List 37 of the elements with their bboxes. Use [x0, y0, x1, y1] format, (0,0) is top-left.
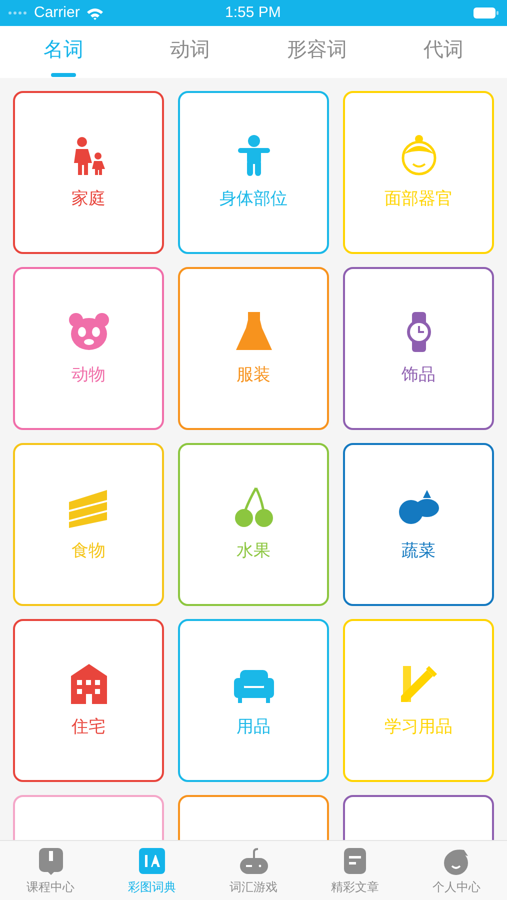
category-card[interactable]: 服装	[178, 267, 329, 430]
category-tab[interactable]: 动词	[126, 26, 254, 78]
category-label: 食物	[72, 540, 106, 562]
category-label: 服装	[236, 364, 270, 386]
category-label: 用品	[236, 716, 270, 738]
category-card[interactable]: 饰品	[343, 267, 494, 430]
category-label: 家庭	[72, 188, 106, 210]
carrier-name: Carrier	[34, 2, 80, 23]
category-tab[interactable]: 代词	[380, 26, 507, 78]
wifi-icon	[86, 6, 104, 20]
category-label: 学习用品	[384, 716, 452, 738]
category-card[interactable]: 动物	[13, 267, 164, 430]
category-card[interactable]: 家庭	[13, 91, 164, 254]
dictionary-icon	[137, 846, 168, 876]
category-label: 身体部位	[220, 188, 288, 210]
bottom-tab[interactable]: 课程中心	[0, 841, 102, 900]
category-card[interactable]: 身体部位	[178, 91, 329, 254]
category-label: 面部器官	[384, 188, 452, 210]
category-label: 饰品	[402, 364, 436, 386]
category-card[interactable]: 蔬菜	[343, 443, 494, 606]
category-card[interactable]: 住宅	[13, 619, 164, 782]
bottom-tab[interactable]: 词汇游戏	[202, 841, 304, 900]
category-card[interactable]: 食物	[13, 443, 164, 606]
category-card[interactable]: 水果	[178, 443, 329, 606]
category-tab[interactable]: 名词	[0, 26, 127, 78]
battery-icon	[473, 7, 499, 19]
category-card[interactable]: 用品	[178, 619, 329, 782]
gamepad-icon	[238, 846, 269, 876]
category-tab[interactable]: 形容词	[254, 26, 380, 78]
category-label: 蔬菜	[402, 540, 436, 562]
bottom-tab[interactable]: 彩图词典	[101, 841, 203, 900]
category-label: 住宅	[72, 716, 106, 738]
clock-time: 1:55 PM	[225, 2, 281, 23]
bottom-tab[interactable]: 精彩文章	[304, 841, 406, 900]
category-label: 动物	[72, 364, 106, 386]
bottom-tab[interactable]: 个人中心	[406, 841, 507, 900]
category-label: 水果	[236, 540, 270, 562]
